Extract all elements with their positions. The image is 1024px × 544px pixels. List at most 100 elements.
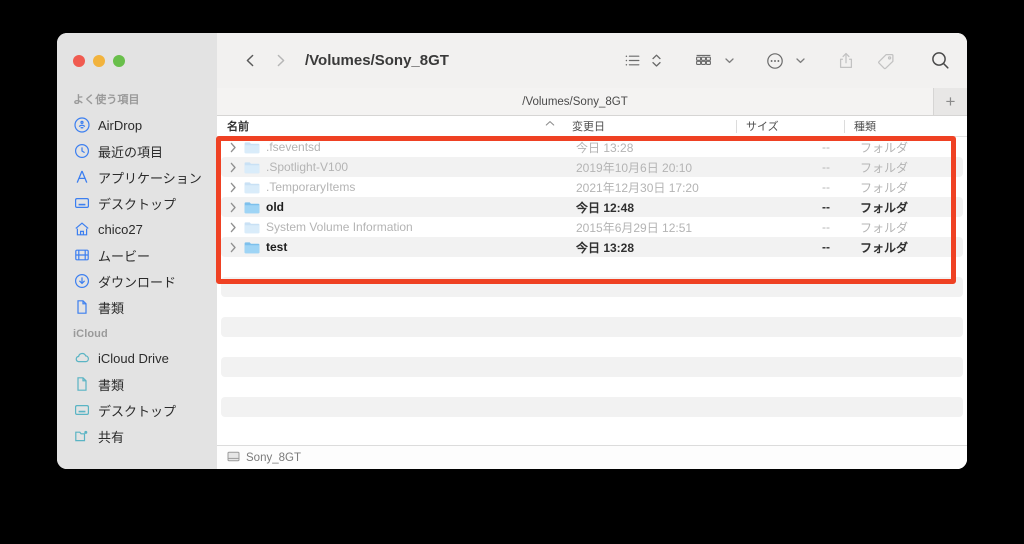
finder-window: よく使う項目 AirDrop 最近の項目 アプリケーション デスクトップ chi… [57,33,967,469]
column-header-name[interactable]: 名前 [217,116,562,137]
file-name-cell[interactable]: .TemporaryItems [221,180,566,194]
empty-row [221,397,963,417]
sidebar-item-label: AirDrop [98,117,143,133]
sidebar-item-desktop[interactable]: デスクトップ [57,190,217,216]
file-name-cell[interactable]: .fseventsd [221,140,566,154]
forward-button[interactable] [265,46,295,76]
file-size-cell: -- [822,140,830,154]
column-header-size[interactable]: サイズ [736,116,844,137]
sidebar-item-label: デスクトップ [98,403,177,419]
sidebar-item-label: アプリケーション [98,170,202,186]
file-name-cell[interactable]: old [221,200,566,214]
airdrop-icon [73,117,90,134]
folder-icon [243,200,260,214]
applications-icon [73,169,90,186]
table-row[interactable]: System Volume Information 2015年6月29日 12:5… [221,217,963,237]
document-icon [73,376,90,393]
sidebar-section-icloud-title: iCloud [73,328,108,340]
search-icon[interactable] [928,47,953,75]
sidebar-item-downloads[interactable]: ダウンロード [57,268,217,294]
list-view-icon[interactable] [621,47,644,75]
tab-bar: /Volumes/Sony_8GT + [217,88,967,116]
table-row[interactable]: .fseventsd 今日 13:28 -- フォルダ [221,137,963,157]
column-header-kind[interactable]: 種類 [844,116,967,137]
folder-icon [243,240,260,254]
file-kind-cell: フォルダ [860,180,909,195]
disclosure-chevron-icon[interactable] [227,242,240,253]
sidebar-item-airdrop[interactable]: AirDrop [57,112,217,138]
file-name-cell[interactable]: .Spotlight-V100 [221,160,566,174]
empty-row [221,357,963,377]
file-name-cell[interactable]: test [221,240,566,254]
tag-icon[interactable] [874,47,898,75]
column-header-date[interactable]: 変更日 [562,116,736,137]
movie-icon [73,247,90,264]
sidebar-item-movies[interactable]: ムービー [57,242,217,268]
file-name-cell[interactable]: System Volume Information [221,220,566,234]
chevron-down-icon[interactable] [722,47,737,75]
status-bar: Sony_8GT [217,445,967,469]
file-list: .fseventsd 今日 13:28 -- フォルダ .Spotlight-V100 2… [217,137,967,445]
search-controls [928,47,953,75]
sidebar-item-home[interactable]: chico27 [57,216,217,242]
cloud-icon [73,350,90,367]
table-row[interactable]: .TemporaryItems 2021年12月30日 17:20 -- フォルダ [221,177,963,197]
table-row[interactable]: old 今日 12:48 -- フォルダ [221,197,963,217]
table-row[interactable]: test 今日 13:28 -- フォルダ [221,237,963,257]
desktop-icon [73,195,90,212]
share-tag-controls [834,47,898,75]
file-size-cell: -- [822,240,830,254]
status-volume-name: Sony_8GT [246,451,301,464]
drive-icon [227,450,240,466]
tab-active[interactable]: /Volumes/Sony_8GT [217,88,934,115]
file-name-label: .Spotlight-V100 [266,160,349,174]
sidebar-item-label: chico27 [98,221,143,237]
file-name-label: .fseventsd [266,140,321,154]
action-controls [763,47,808,75]
sidebar-item-icloud-desktop[interactable]: デスクトップ [57,397,217,423]
close-button[interactable] [73,55,85,67]
more-ellipsis-icon[interactable] [763,47,787,75]
group-view-controls [691,47,737,75]
sidebar-item-label: ムービー [98,248,151,264]
table-row[interactable]: .Spotlight-V100 2019年10月6日 20:10 -- フォルダ [221,157,963,177]
minimize-button[interactable] [93,55,105,67]
sidebar-item-icloud-documents[interactable]: 書類 [57,371,217,397]
file-date-cell: 2019年10月6日 20:10 [576,160,693,175]
disclosure-chevron-icon[interactable] [227,202,240,213]
disclosure-chevron-icon[interactable] [227,142,240,153]
sidebar-item-label: 共有 [98,429,125,445]
disclosure-chevron-icon[interactable] [227,162,240,173]
file-size-cell: -- [822,160,830,174]
file-date-cell: 今日 13:28 [576,240,635,255]
file-name-label: System Volume Information [266,220,413,234]
empty-row [221,257,963,277]
sidebar-item-applications[interactable]: アプリケーション [57,164,217,190]
sidebar-item-recents[interactable]: 最近の項目 [57,138,217,164]
file-size-cell: -- [822,200,830,214]
file-date-cell: 今日 12:48 [576,200,635,215]
file-kind-cell: フォルダ [860,160,909,175]
add-tab-button[interactable]: + [934,88,967,115]
sidebar-item-label: 書類 [98,377,125,393]
folder-icon [243,180,260,194]
back-button[interactable] [235,46,265,76]
clock-icon [73,143,90,160]
disclosure-chevron-icon[interactable] [227,222,240,233]
share-icon[interactable] [834,47,858,75]
sidebar-item-icloud-drive[interactable]: iCloud Drive [57,345,217,371]
group-view-icon[interactable] [691,47,716,75]
sort-updown-icon[interactable] [648,47,665,75]
folder-icon [243,160,260,174]
sidebar-item-shared[interactable]: 共有 [57,423,217,449]
empty-row [221,337,963,357]
chevron-down-icon[interactable] [793,47,808,75]
file-date-cell: 今日 13:28 [576,140,634,155]
toolbar: /Volumes/Sony_8GT [217,33,967,88]
view-controls [621,47,665,75]
sidebar-item-documents[interactable]: 書類 [57,294,217,320]
zoom-button[interactable] [113,55,125,67]
empty-row [221,277,963,297]
folder-icon [243,140,260,154]
disclosure-chevron-icon[interactable] [227,182,240,193]
